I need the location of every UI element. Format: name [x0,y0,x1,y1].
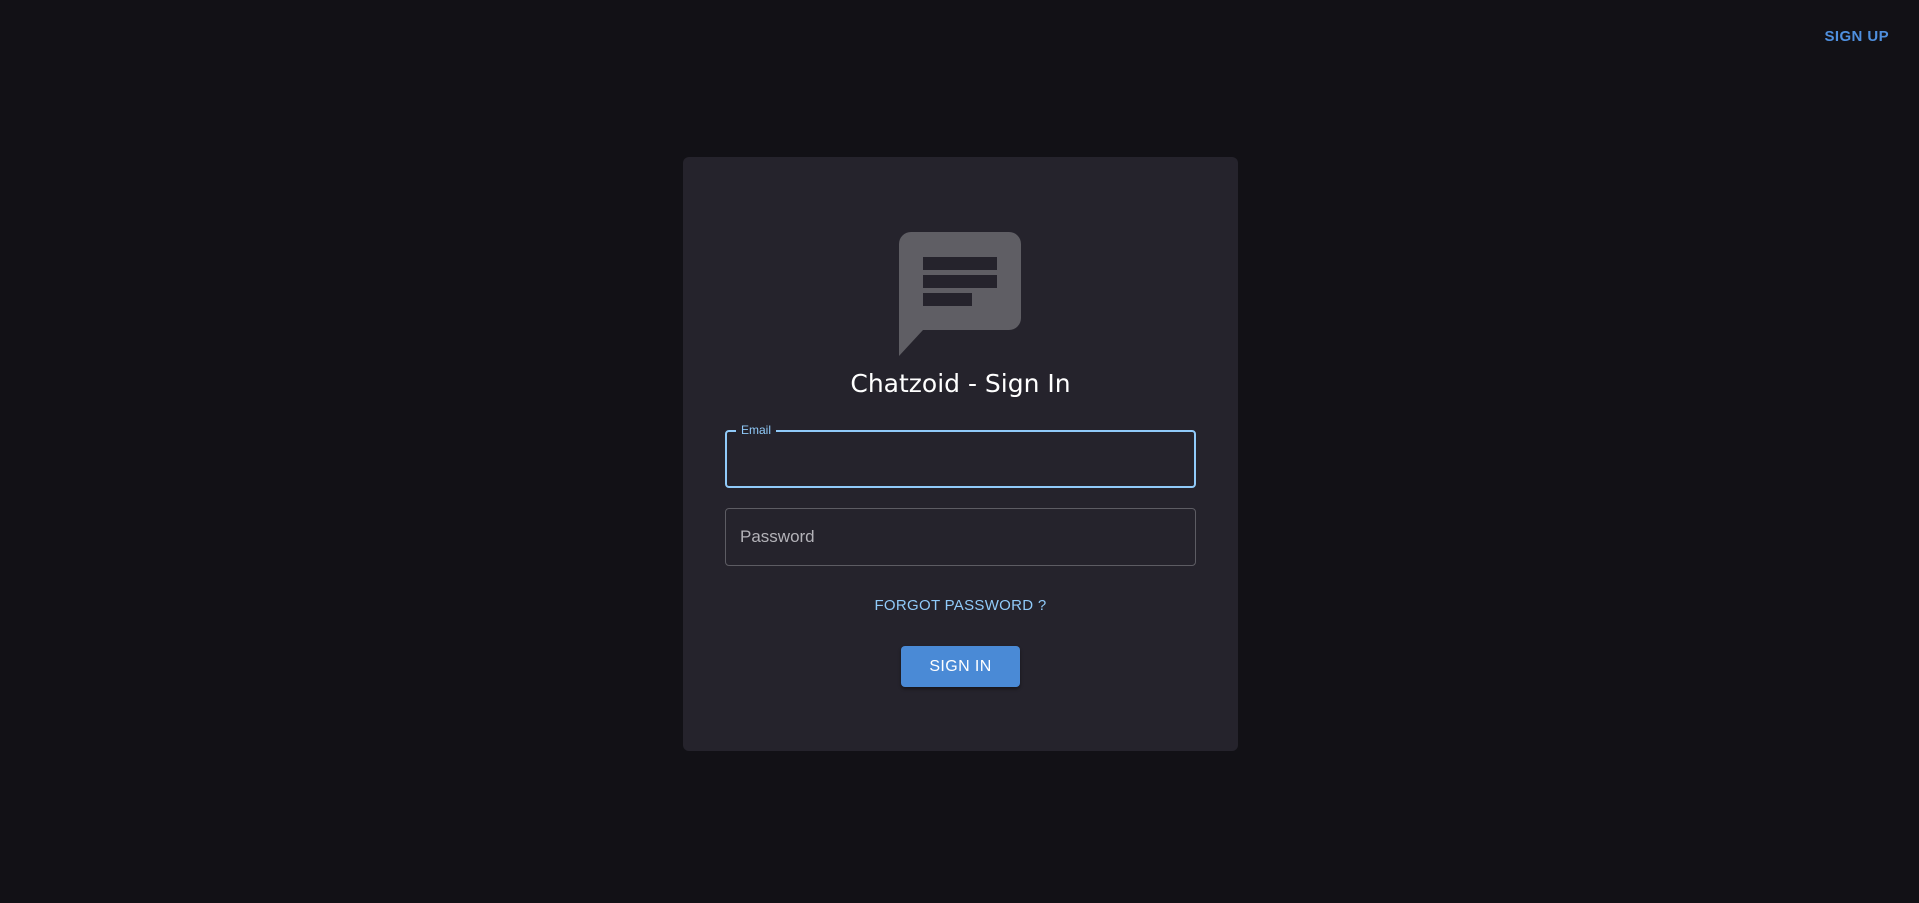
chat-message-icon [899,232,1021,356]
email-input[interactable] [727,432,1194,486]
password-field[interactable] [725,508,1196,566]
email-field[interactable]: Email [725,423,1196,488]
page-title: Chatzoid - Sign In [850,369,1071,398]
sign-in-card: Chatzoid - Sign In Email FORGOT PASSWORD… [683,157,1238,751]
forgot-password-link[interactable]: FORGOT PASSWORD ? [683,597,1238,614]
sign-up-link[interactable]: SIGN UP [1825,28,1889,45]
login-page: SIGN UP Chatzoid - Sign In Email FORGOT … [0,0,1919,903]
sign-in-button[interactable]: SIGN IN [901,646,1020,687]
password-input[interactable] [726,509,1195,565]
